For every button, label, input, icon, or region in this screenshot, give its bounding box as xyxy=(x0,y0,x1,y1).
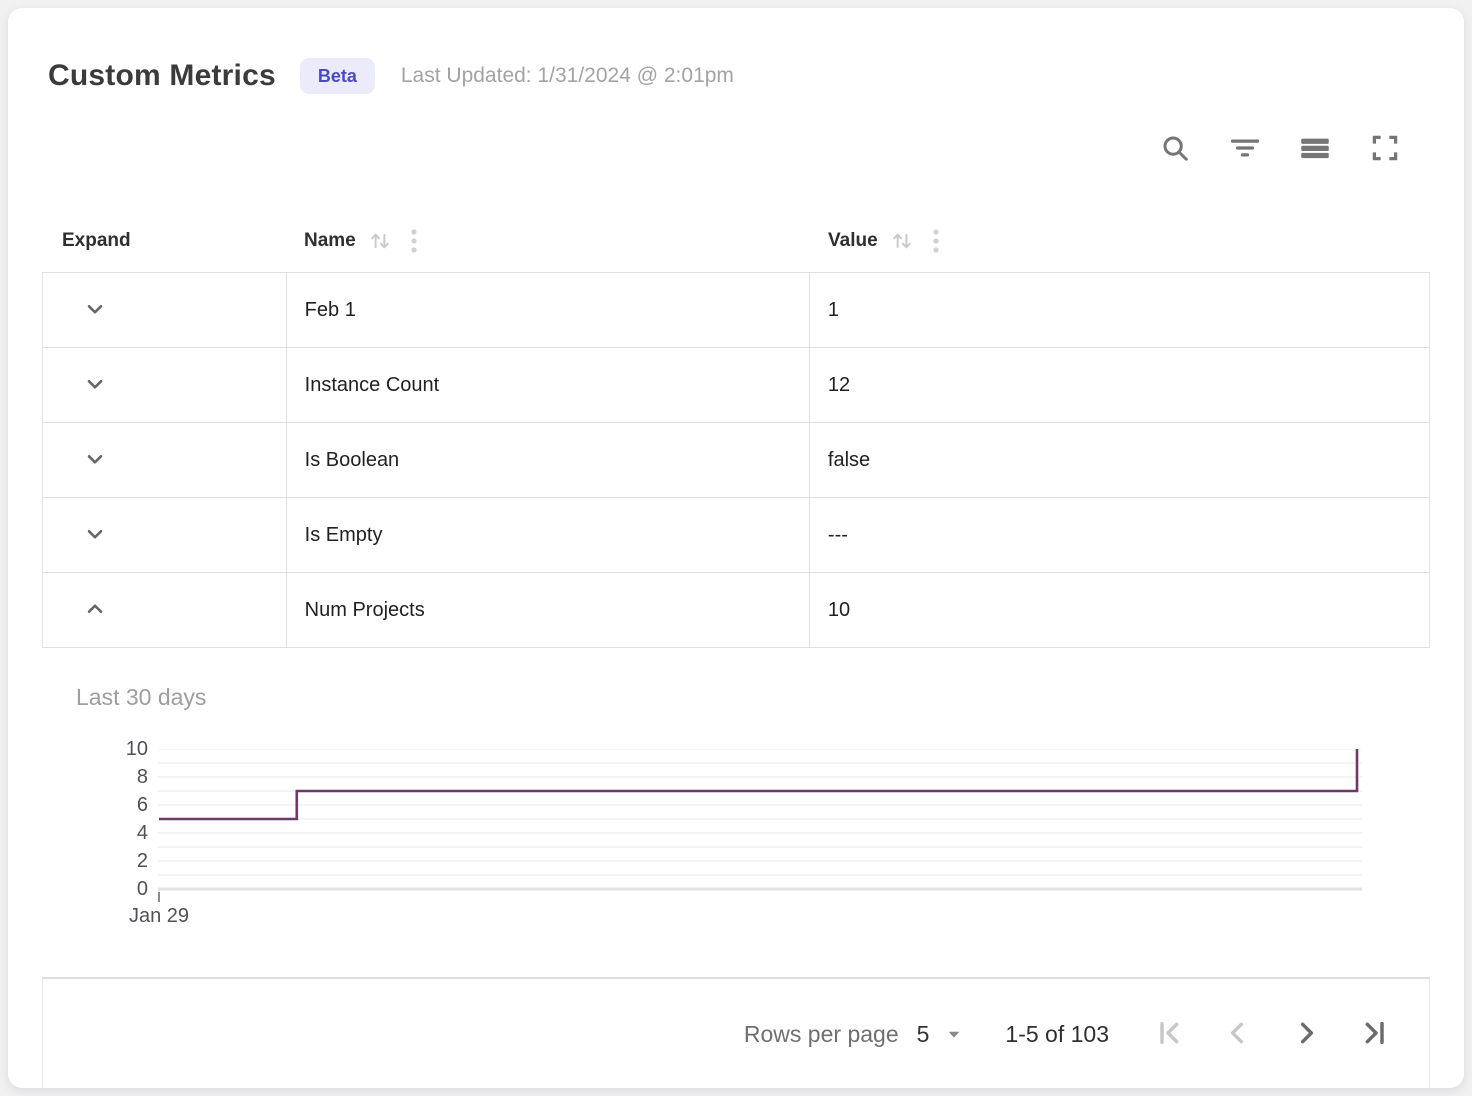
chevron-down-icon xyxy=(82,521,108,550)
metrics-table: Expand Name Value xyxy=(42,210,1430,1088)
metric-name-cell: Is Empty xyxy=(287,498,810,572)
fullscreen-icon xyxy=(1370,133,1400,163)
column-header-expand: Expand xyxy=(42,230,286,252)
sort-icon[interactable] xyxy=(368,229,392,253)
rows-per-page-value: 5 xyxy=(917,1021,930,1048)
expand-toggle-button[interactable] xyxy=(73,513,117,557)
chevron-down-icon xyxy=(82,296,108,325)
sort-icon[interactable] xyxy=(890,229,914,253)
fullscreen-button[interactable] xyxy=(1368,131,1402,165)
first-page-button[interactable] xyxy=(1153,1017,1187,1051)
table-toolbar xyxy=(42,128,1402,168)
y-tick-label: 10 xyxy=(88,737,148,761)
column-label: Value xyxy=(828,230,878,252)
pagination-range: 1-5 of 103 xyxy=(1005,1021,1109,1048)
custom-metrics-card: Custom Metrics Beta Last Updated: 1/31/2… xyxy=(8,8,1464,1088)
expand-toggle-button[interactable] xyxy=(73,363,117,407)
expand-toggle-button[interactable] xyxy=(73,588,117,632)
expand-cell xyxy=(43,498,287,572)
density-button[interactable] xyxy=(1298,131,1332,165)
metric-name-cell: Is Boolean xyxy=(287,423,810,497)
table-row: Instance Count 12 xyxy=(43,348,1429,423)
chevron-left-icon xyxy=(1222,1017,1254,1052)
previous-page-button[interactable] xyxy=(1221,1017,1255,1051)
y-tick-label: 0 xyxy=(88,877,148,901)
table-footer: Rows per page 5 1-5 of 103 xyxy=(42,977,1430,1088)
next-page-button[interactable] xyxy=(1289,1017,1323,1051)
metric-value-cell: 12 xyxy=(810,348,1429,422)
metric-name-cell: Instance Count xyxy=(287,348,810,422)
caret-down-icon xyxy=(945,1025,963,1043)
y-tick-label: 6 xyxy=(88,793,148,817)
rows-per-page-select[interactable]: 5 xyxy=(917,1021,964,1048)
metric-value-cell: false xyxy=(810,423,1429,497)
y-tick-label: 2 xyxy=(88,849,148,873)
metric-history-chart: 0246810 Jan 29 xyxy=(42,749,1430,949)
last-updated-text: Last Updated: 1/31/2024 @ 2:01pm xyxy=(401,64,734,88)
expand-cell xyxy=(43,423,287,497)
beta-badge: Beta xyxy=(300,58,375,94)
page-title: Custom Metrics xyxy=(48,59,276,93)
table-row: Num Projects 10 xyxy=(43,573,1429,648)
y-tick-label: 8 xyxy=(88,765,148,789)
page-header: Custom Metrics Beta Last Updated: 1/31/2… xyxy=(48,52,1430,100)
column-menu-icon[interactable] xyxy=(406,228,422,254)
filter-icon xyxy=(1230,133,1260,163)
filter-button[interactable] xyxy=(1228,131,1262,165)
expand-toggle-button[interactable] xyxy=(73,438,117,482)
expand-cell xyxy=(43,348,287,422)
metric-name-cell: Feb 1 xyxy=(287,273,810,347)
chevron-right-icon xyxy=(1290,1017,1322,1052)
last-page-button[interactable] xyxy=(1357,1017,1391,1051)
column-label: Expand xyxy=(62,230,131,252)
pagination-controls xyxy=(1153,1017,1391,1051)
expand-toggle-button[interactable] xyxy=(73,288,117,332)
last-page-icon xyxy=(1358,1017,1390,1052)
table-row: Is Boolean false xyxy=(43,423,1429,498)
column-header-name[interactable]: Name xyxy=(286,228,810,254)
expand-cell xyxy=(43,273,287,347)
column-label: Name xyxy=(304,230,356,252)
chart-y-axis-labels: 0246810 xyxy=(42,749,152,889)
chart-title: Last 30 days xyxy=(76,684,1430,711)
first-page-icon xyxy=(1154,1017,1186,1052)
chevron-down-icon xyxy=(82,446,108,475)
chevron-down-icon xyxy=(82,371,108,400)
y-tick-label: 4 xyxy=(88,821,148,845)
search-button[interactable] xyxy=(1158,131,1192,165)
table-row: Feb 1 1 xyxy=(43,273,1429,348)
density-icon xyxy=(1300,133,1330,163)
metric-value-cell: 1 xyxy=(810,273,1429,347)
column-header-value[interactable]: Value xyxy=(810,228,1430,254)
search-icon xyxy=(1160,133,1190,163)
metric-value-cell: 10 xyxy=(810,573,1429,647)
column-menu-icon[interactable] xyxy=(928,228,944,254)
chevron-up-icon xyxy=(82,596,108,625)
metric-name-cell: Num Projects xyxy=(287,573,810,647)
table-row: Is Empty --- xyxy=(43,498,1429,573)
detail-panel: Last 30 days 0 2 4 6 8 10 Jan 29 xyxy=(42,648,1430,977)
expand-cell xyxy=(43,573,287,647)
metric-value-cell: --- xyxy=(810,498,1429,572)
table-body: Feb 1 1 Instance Count 12 xyxy=(42,273,1430,648)
table-header-row: Expand Name Value xyxy=(42,210,1430,273)
chart-x-axis-label: Jan 29 xyxy=(122,905,196,928)
rows-per-page-label: Rows per page xyxy=(744,1021,899,1048)
